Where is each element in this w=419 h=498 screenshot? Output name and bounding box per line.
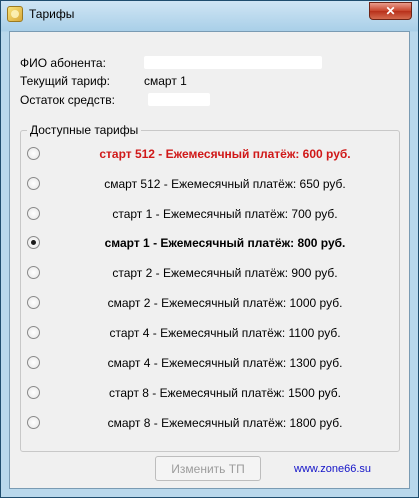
subscriber-name-redacted (144, 56, 322, 69)
tariff-option[interactable]: смарт 2 - Ежемесячный платёж: 1000 руб. (21, 292, 399, 314)
radio-button[interactable] (27, 177, 40, 190)
radio-button[interactable] (27, 266, 40, 279)
radio-button[interactable] (27, 356, 40, 369)
tariff-option[interactable]: старт 512 - Ежемесячный платёж: 600 руб. (21, 143, 399, 165)
current-tariff-value: смарт 1 (144, 74, 187, 88)
tariff-option-label: смарт 4 - Ежемесячный платёж: 1300 руб. (107, 356, 343, 370)
radio-button[interactable] (27, 207, 40, 220)
tariff-option-label: старт 2 - Ежемесячный платёж: 900 руб. (112, 266, 338, 280)
tariff-option[interactable]: старт 2 - Ежемесячный платёж: 900 руб. (21, 262, 399, 284)
close-icon: ✕ (385, 4, 396, 18)
tariff-option-selected[interactable]: смарт 1 - Ежемесячный платёж: 800 руб. (21, 232, 399, 254)
available-tariffs-group: Доступные тарифы старт 512 - Ежемесячный… (20, 123, 400, 452)
tariff-option[interactable]: смарт 512 - Ежемесячный платёж: 650 руб. (21, 173, 399, 195)
radio-button[interactable] (27, 416, 40, 429)
tariff-option-label: смарт 2 - Ежемесячный платёж: 1000 руб. (107, 296, 343, 310)
tariff-option-label: старт 1 - Ежемесячный платёж: 700 руб. (112, 207, 338, 221)
balance-label: Остаток средств: (20, 93, 116, 107)
tariff-option[interactable]: старт 4 - Ежемесячный платёж: 1100 руб. (21, 322, 399, 344)
tariff-option-label: старт 8 - Ежемесячный платёж: 1500 руб. (109, 386, 341, 400)
change-tariff-button[interactable]: Изменить ТП (155, 456, 261, 481)
available-tariffs-legend: Доступные тарифы (27, 123, 142, 137)
tariff-option[interactable]: смарт 4 - Ежемесячный платёж: 1300 руб. (21, 352, 399, 374)
tariff-option-label: старт 512 - Ежемесячный платёж: 600 руб. (99, 147, 351, 161)
radio-button[interactable] (27, 386, 40, 399)
tariff-option[interactable]: старт 1 - Ежемесячный платёж: 700 руб. (21, 203, 399, 225)
tariff-option-label: старт 4 - Ежемесячный платёж: 1100 руб. (109, 326, 341, 340)
radio-button-checked[interactable] (27, 236, 40, 249)
site-link[interactable]: www.zone66.su (294, 463, 371, 475)
tariff-option-label: смарт 1 - Ежемесячный платёж: 800 руб. (104, 236, 346, 250)
tariff-option[interactable]: смарт 8 - Ежемесячный платёж: 1800 руб. (21, 412, 399, 434)
window-content: ФИО абонента: Текущий тариф: смарт 1 Ост… (9, 31, 410, 489)
current-tariff-label: Текущий тариф: (20, 74, 110, 88)
radio-button[interactable] (27, 296, 40, 309)
tariffs-window: Тарифы ✕ ФИО абонента: Текущий тариф: см… (0, 0, 419, 498)
tariff-option[interactable]: старт 8 - Ежемесячный платёж: 1500 руб. (21, 382, 399, 404)
window-title: Тарифы (29, 7, 75, 21)
radio-button[interactable] (27, 326, 40, 339)
tariff-option-label: смарт 512 - Ежемесячный платёж: 650 руб. (104, 177, 346, 191)
balance-redacted (148, 93, 210, 106)
tariff-option-label: смарт 8 - Ежемесячный платёж: 1800 руб. (107, 416, 343, 430)
subscriber-name-label: ФИО абонента: (20, 56, 106, 70)
title-bar[interactable]: Тарифы ✕ (1, 1, 418, 27)
radio-button[interactable] (27, 147, 40, 160)
close-button[interactable]: ✕ (369, 2, 412, 20)
app-icon (7, 6, 23, 22)
